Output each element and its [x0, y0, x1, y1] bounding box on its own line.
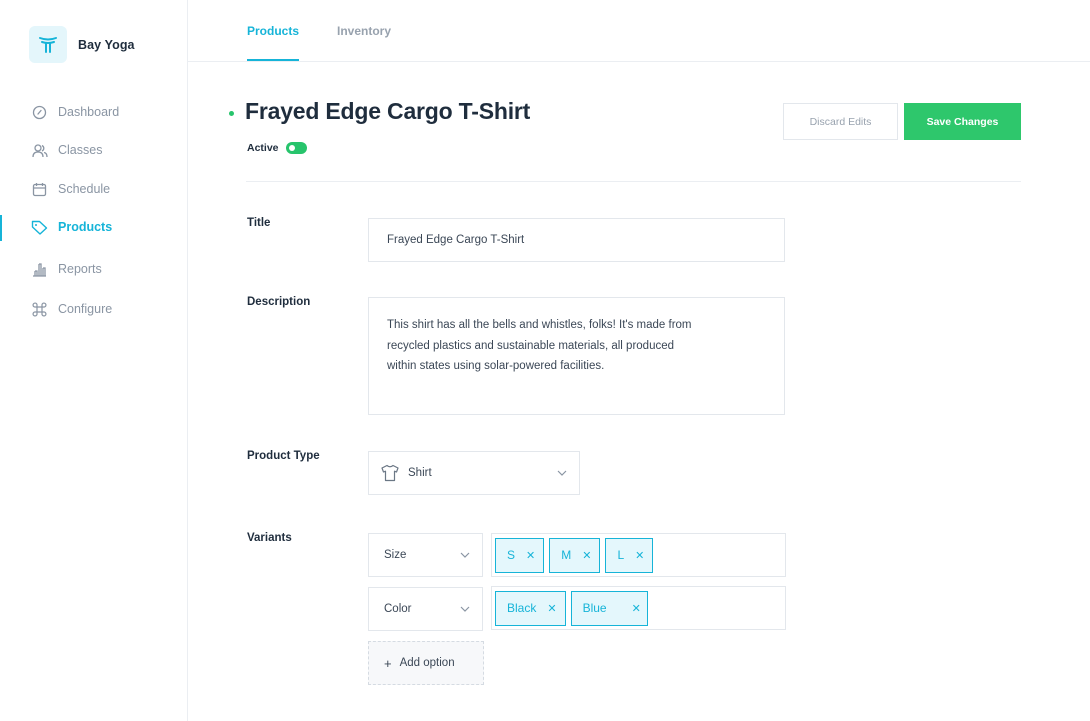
variant-tag: S ✕ [495, 537, 545, 573]
status-label: Active [247, 142, 279, 154]
tab-products[interactable]: Products [247, 24, 299, 38]
status-dot [229, 111, 234, 116]
variant-option-value: Size [384, 549, 407, 561]
shirt-icon [380, 463, 400, 483]
active-toggle[interactable] [286, 142, 307, 154]
tag-icon [31, 219, 48, 236]
title-input-value: Frayed Edge Cargo T-Shirt [387, 234, 525, 246]
variant-tag: M ✕ [549, 537, 601, 573]
bar-chart-icon [31, 261, 48, 278]
remove-tag-icon[interactable]: ✕ [582, 549, 591, 562]
description-line: within states using solar-powered facili… [387, 360, 605, 372]
calendar-icon [31, 181, 48, 198]
description-label: Description [247, 296, 311, 308]
product-type-value: Shirt [408, 467, 432, 479]
remove-tag-icon[interactable]: ✕ [635, 549, 644, 562]
command-icon [31, 301, 48, 318]
active-tab-indicator [247, 59, 299, 61]
title-input[interactable]: Frayed Edge Cargo T-Shirt [368, 218, 785, 262]
divider [246, 181, 1021, 182]
variant-tag-label: S [507, 548, 516, 562]
description-line: recycled plastics and sustainable materi… [387, 339, 675, 352]
remove-tag-icon[interactable]: ✕ [632, 602, 641, 615]
variant-tag: Blue ✕ [570, 590, 648, 626]
sidebar-item-label: Classes [58, 143, 103, 157]
sidebar-item-dashboard[interactable]: Dashboard [0, 100, 187, 124]
discard-edits-button[interactable]: Discard Edits [783, 103, 898, 140]
top-tabs: Products Inventory [188, 0, 1090, 62]
sidebar-item-label: Schedule [58, 182, 111, 196]
variant-tag: Black ✕ [495, 590, 566, 626]
variant-tag-label: Black [507, 601, 537, 615]
chevron-down-icon [460, 604, 470, 614]
sidebar-item-products[interactable]: Products [0, 215, 187, 241]
description-line: This shirt has all the bells and whistle… [387, 319, 692, 331]
users-icon [31, 142, 48, 159]
remove-tag-icon[interactable]: ✕ [526, 549, 535, 562]
save-changes-button[interactable]: Save Changes [904, 103, 1021, 140]
add-option-label: Add option [399, 657, 455, 669]
chevron-down-icon [460, 550, 470, 560]
variants-label: Variants [247, 532, 292, 544]
sidebar-item-configure[interactable]: Configure [0, 297, 187, 321]
variant-tag-label: Blue [582, 601, 607, 615]
yoga-logo-icon [29, 26, 67, 63]
sidebar-item-label: Products [58, 220, 113, 234]
brand[interactable]: Bay Yoga [29, 26, 135, 63]
sidebar-item-label: Reports [58, 262, 102, 276]
sidebar-item-reports[interactable]: Reports [0, 257, 187, 281]
plus-icon: + [384, 655, 392, 671]
product-type-select[interactable]: Shirt [368, 451, 580, 495]
sidebar-item-schedule[interactable]: Schedule [0, 177, 187, 201]
add-option-button[interactable]: + Add option [368, 641, 484, 685]
variant-tag: L ✕ [605, 537, 654, 573]
tab-inventory[interactable]: Inventory [337, 24, 391, 38]
variant-option-select[interactable]: Size [368, 533, 483, 577]
variant-values-input[interactable]: Black ✕ Blue ✕ [491, 586, 786, 630]
remove-tag-icon[interactable]: ✕ [547, 602, 556, 615]
variant-option-value: Color [384, 603, 412, 615]
title-label: Title [247, 217, 271, 229]
gauge-icon [31, 104, 48, 121]
sidebar-item-classes[interactable]: Classes [0, 138, 187, 162]
variant-tag-label: L [617, 548, 625, 562]
variant-values-input[interactable]: S ✕ M ✕ L ✕ [491, 533, 786, 577]
sidebar-item-label: Dashboard [58, 105, 120, 119]
sidebar: Bay Yoga Dashboard Classes Schedule Prod… [0, 0, 188, 721]
variant-tag-label: M [561, 548, 572, 562]
sidebar-item-label: Configure [58, 302, 113, 316]
chevron-down-icon [557, 468, 567, 478]
page-title: Frayed Edge Cargo T-Shirt [245, 98, 531, 124]
brand-name: Bay Yoga [78, 37, 135, 52]
description-textarea[interactable]: This shirt has all the bells and whistle… [368, 297, 785, 415]
product-type-label: Product Type [247, 450, 320, 462]
variant-option-select[interactable]: Color [368, 587, 483, 631]
